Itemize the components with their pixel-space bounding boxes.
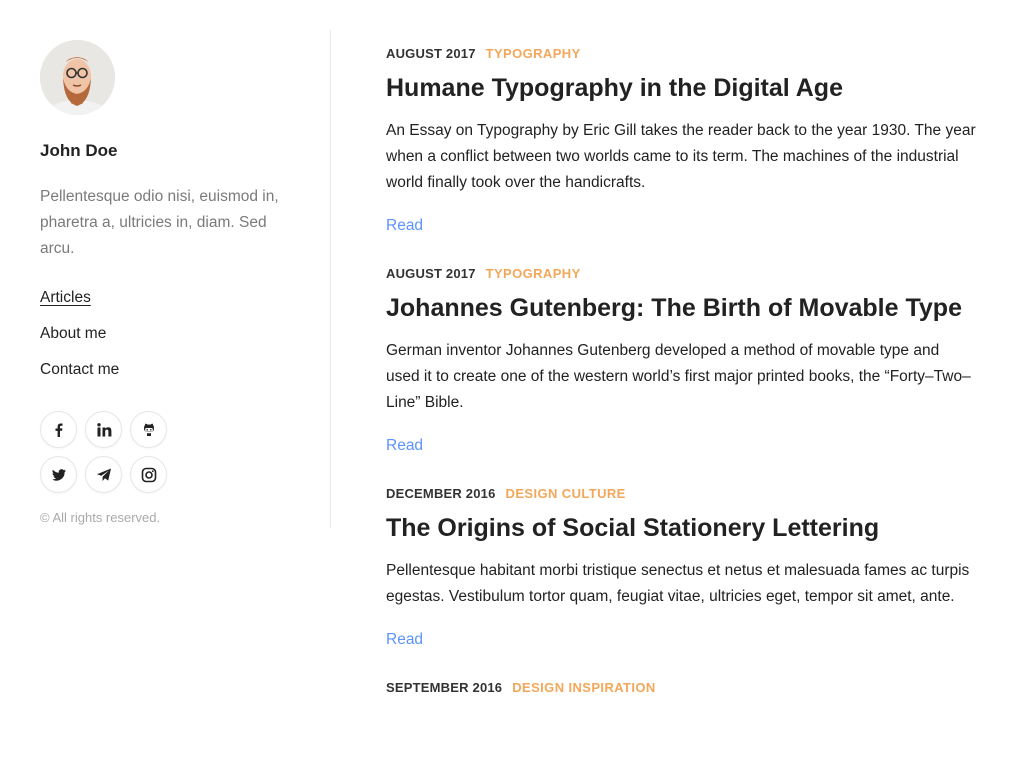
article-title[interactable]: The Origins of Social Stationery Letteri… <box>386 512 986 544</box>
article-meta: AUGUST 2017 TYPOGRAPHY <box>386 46 986 62</box>
facebook-icon <box>55 423 62 437</box>
linkedin-button[interactable] <box>85 411 122 448</box>
github-icon <box>143 423 154 436</box>
sidebar-menu: Articles About me Contact me <box>40 288 290 396</box>
article-card: DECEMBER 2016 DESIGN CULTURE The Origins… <box>386 486 986 650</box>
menu-item-contact: Contact me <box>40 360 290 396</box>
linkedin-icon <box>96 422 111 436</box>
telegram-button[interactable] <box>85 456 122 493</box>
article-title[interactable]: Humane Typography in the Digital Age <box>386 72 986 104</box>
avatar-portrait-icon <box>40 40 115 115</box>
menu-item-articles: Articles <box>40 288 290 324</box>
read-link[interactable]: Read <box>386 216 423 236</box>
menu-link-articles[interactable]: Articles <box>40 289 91 306</box>
article-feed: AUGUST 2017 TYPOGRAPHY Humane Typography… <box>386 46 986 726</box>
article-date: AUGUST 2017 <box>386 266 476 281</box>
article-card: AUGUST 2017 TYPOGRAPHY Johannes Gutenber… <box>386 266 986 456</box>
article-meta: AUGUST 2017 TYPOGRAPHY <box>386 266 986 282</box>
author-bio: Pellentesque odio nisi, euismod in, phar… <box>40 188 279 257</box>
read-link[interactable]: Read <box>386 436 423 456</box>
social-row <box>40 411 180 448</box>
article-date: AUGUST 2017 <box>386 46 476 61</box>
article-excerpt: Pellentesque habitant morbi tristique se… <box>386 562 970 605</box>
article-category-link[interactable]: TYPOGRAPHY <box>486 266 581 281</box>
author-name[interactable]: John Doe <box>40 141 290 161</box>
twitter-button[interactable] <box>40 456 77 493</box>
article-card: AUGUST 2017 TYPOGRAPHY Humane Typography… <box>386 46 986 236</box>
article-category-link[interactable]: TYPOGRAPHY <box>486 46 581 61</box>
article-date: SEPTEMBER 2016 <box>386 680 503 695</box>
sidebar-divider <box>330 30 331 528</box>
instagram-icon <box>141 467 156 482</box>
article-title[interactable]: Johannes Gutenberg: The Birth of Movable… <box>386 292 986 324</box>
menu-link-about[interactable]: About me <box>40 325 106 342</box>
article-card: SEPTEMBER 2016 DESIGN INSPIRATION <box>386 680 986 696</box>
article-meta: SEPTEMBER 2016 DESIGN INSPIRATION <box>386 680 986 696</box>
instagram-button[interactable] <box>130 456 167 493</box>
social-row <box>40 456 180 493</box>
page: John Doe Pellentesque odio nisi, euismod… <box>0 0 1024 768</box>
article-category-link[interactable]: DESIGN CULTURE <box>506 486 626 501</box>
article-date: DECEMBER 2016 <box>386 486 496 501</box>
article-excerpt: German inventor Johannes Gutenberg devel… <box>386 342 971 411</box>
copyright: © All rights reserved. <box>40 510 161 525</box>
article-category-link[interactable]: DESIGN INSPIRATION <box>512 680 655 695</box>
read-link[interactable]: Read <box>386 630 423 650</box>
menu-item-about: About me <box>40 324 290 360</box>
article-meta: DECEMBER 2016 DESIGN CULTURE <box>386 486 986 502</box>
menu-link-contact[interactable]: Contact me <box>40 361 119 378</box>
twitter-icon <box>51 468 66 481</box>
telegram-icon <box>96 468 111 481</box>
avatar[interactable] <box>40 40 115 115</box>
article-excerpt: An Essay on Typography by Eric Gill take… <box>386 122 976 191</box>
sidebar: John Doe Pellentesque odio nisi, euismod… <box>40 40 290 525</box>
github-button[interactable] <box>130 411 167 448</box>
social-links <box>40 411 180 493</box>
facebook-button[interactable] <box>40 411 77 448</box>
